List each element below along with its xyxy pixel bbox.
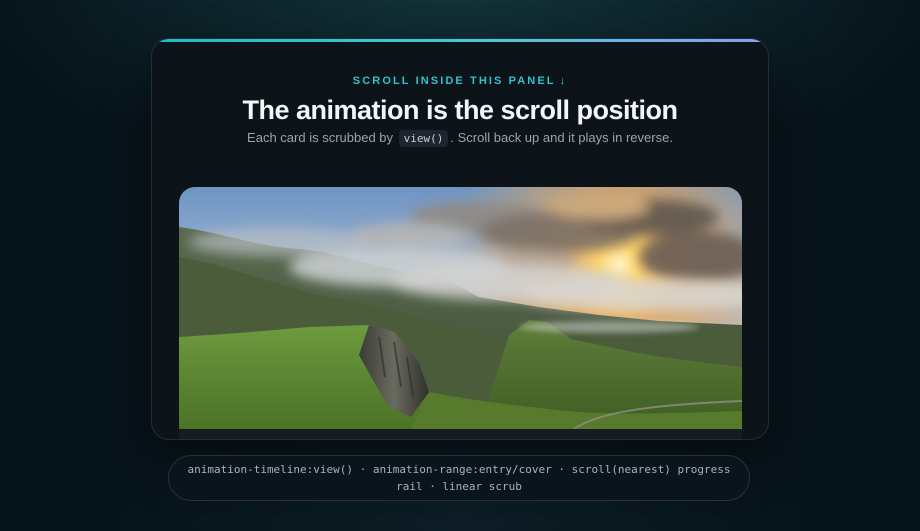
eyebrow-text: SCROLL INSIDE THIS PANEL — [352, 75, 556, 87]
eyebrow-label: SCROLL INSIDE THIS PANEL ↓ — [152, 75, 768, 87]
page-title: The animation is the scroll position — [242, 95, 678, 125]
card-footer — [179, 429, 742, 439]
status-pill: animation-timeline:view() · animation-ra… — [168, 455, 750, 501]
status-text: animation-timeline:view() · animation-ra… — [187, 463, 731, 493]
panel-accent-bar — [152, 39, 768, 42]
landscape-photo — [179, 187, 742, 429]
subtitle-text-before: Each card is scrubbed by — [247, 130, 394, 145]
scroll-card — [179, 187, 742, 439]
subtitle: Each card is scrubbed by view(). Scroll … — [152, 128, 768, 148]
scroll-panel[interactable]: SCROLL INSIDE THIS PANEL ↓ The animation … — [151, 38, 769, 440]
arrow-down-icon: ↓ — [559, 75, 568, 87]
code-chip-view: view() — [398, 130, 449, 147]
subtitle-text-after: . Scroll back up and it plays in reverse… — [450, 130, 673, 145]
